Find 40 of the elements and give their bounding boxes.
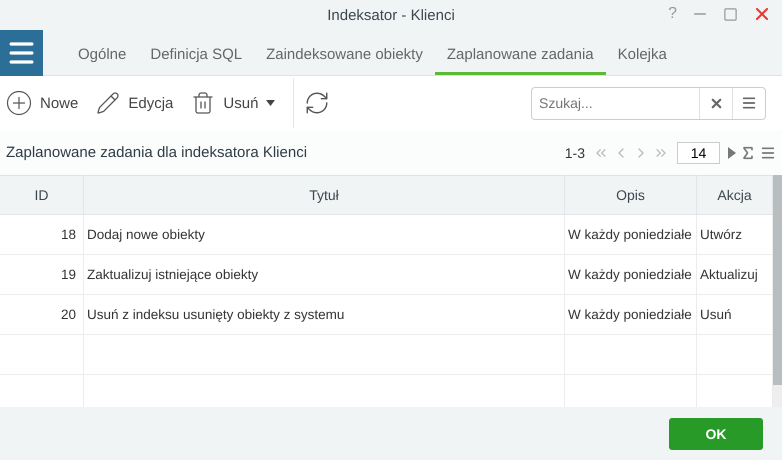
table-cell: Usuń z indeksu usunięty obiekty z systemu [84,295,565,335]
pencil-icon [96,91,120,115]
page-range: 1-3 [564,144,585,160]
table-cell: W każdy poniedziałe [565,295,697,335]
table-cell: 18 [0,215,84,255]
table-cell: W każdy poniedziałe [565,255,697,295]
menu-button[interactable] [0,30,43,76]
table-cell: 20 [0,295,84,335]
section-title: Zaplanowane zadania dla indeksatora Klienci [6,144,308,161]
window-title: Indeksator - Klienci [327,6,455,24]
table-cell: Zaktualizuj istniejące obiekty [84,255,565,295]
tab[interactable]: Zaindeksowane obiekty [254,29,435,75]
ok-button[interactable]: OK [669,418,763,450]
tab[interactable]: Kolejka [606,29,679,75]
tab[interactable]: Definicja SQL [138,29,254,75]
menu-icon[interactable] [760,144,776,160]
play-icon[interactable] [728,146,736,158]
new-button[interactable]: Nowe [6,83,88,123]
column-header[interactable]: Akcja [697,175,773,215]
delete-button[interactable]: Usuń [191,83,286,123]
search-field[interactable]: Szukaj... [532,88,699,118]
table-cell: 19 [0,255,84,295]
column-header[interactable]: Tytuł [84,175,565,215]
table-cell: W każdy poniedziałe [565,215,697,255]
plus-circle-icon [6,90,32,116]
close-icon [708,96,724,110]
scrollbar[interactable] [773,175,782,407]
column-header[interactable]: ID [0,175,84,215]
trash-icon [191,91,216,115]
caret-icon [266,100,276,106]
tab[interactable]: Ogólne [66,29,138,75]
sum-icon[interactable] [740,144,756,160]
maximize-icon[interactable] [723,6,738,22]
search-box[interactable]: Szukaj... [531,86,766,120]
column-header[interactable]: Opis [565,175,697,215]
menu-icon [741,95,757,111]
edit-button[interactable]: Edycja [96,83,184,123]
page-size-field[interactable]: 14 [677,142,720,164]
table-cell: Dodaj nowe obiekty [84,215,565,255]
refresh-icon [304,90,330,116]
